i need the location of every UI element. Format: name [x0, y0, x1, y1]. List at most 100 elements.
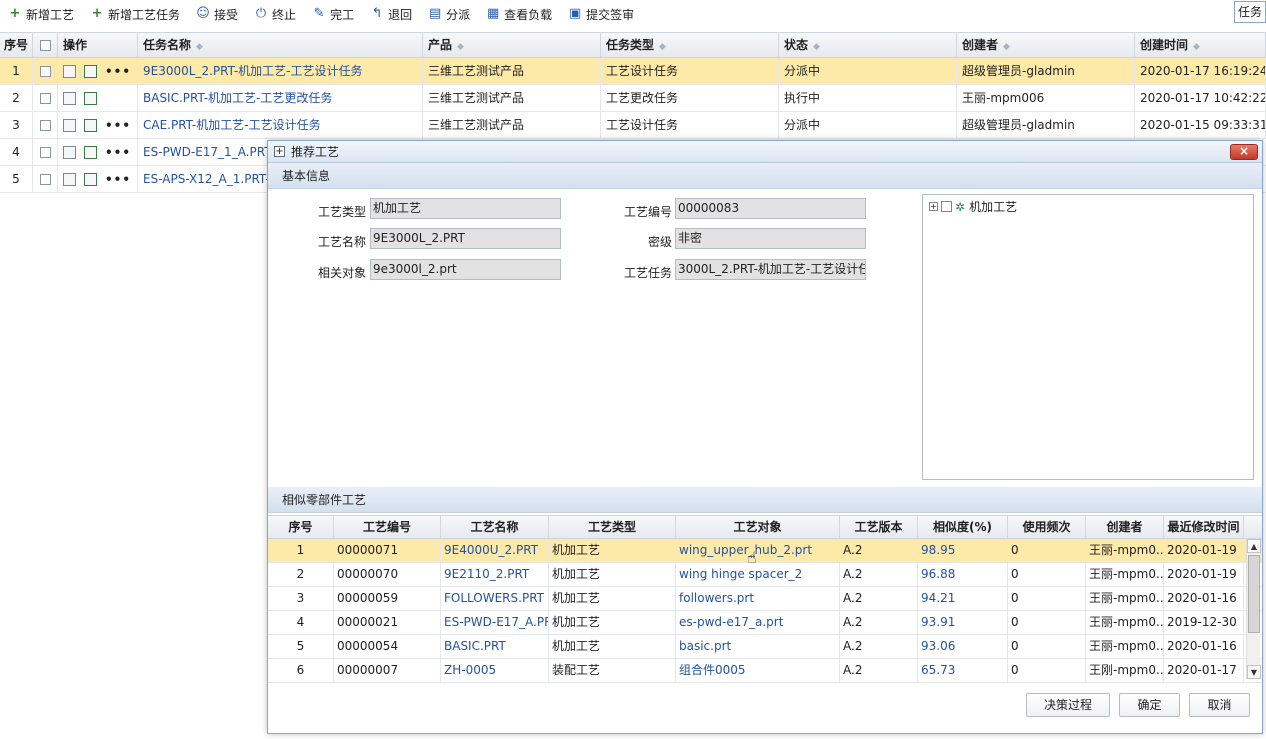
cell-type: 机加工艺	[549, 587, 676, 610]
table-row[interactable]: 5 00000054 BASIC.PRT 机加工艺 basic.prt A.2 93.06 0…	[268, 635, 1262, 659]
ok-button[interactable]: 确定	[1119, 693, 1180, 717]
add-process-button[interactable]: + 新增工艺	[8, 6, 74, 23]
row-checkbox[interactable]	[39, 66, 51, 77]
tree-checkbox[interactable]	[941, 201, 952, 212]
task-name-link[interactable]: 9E3000L_2.PRT-机加工艺-工艺设计任务	[138, 58, 423, 84]
more-icon[interactable]: •••	[105, 119, 131, 133]
sort-icon: ◆	[813, 42, 820, 52]
cell-similarity: 96.88	[918, 563, 1008, 586]
cell-name[interactable]: ZH-0005	[441, 659, 549, 682]
cell-time: 2020-01-16	[1164, 635, 1244, 658]
cell-object[interactable]: basic.prt	[676, 635, 840, 658]
more-icon[interactable]: •••	[105, 173, 131, 187]
cell-no: 6	[268, 659, 334, 682]
return-button[interactable]: ↰ 退回	[370, 6, 412, 23]
table-row[interactable]: 3 00000059 FOLLOWERS.PRT 机加工艺 followers.prt A…	[268, 587, 1262, 611]
row-checkbox[interactable]	[39, 174, 51, 185]
header-product[interactable]: 产品 ◆	[423, 33, 601, 57]
cell-name[interactable]: BASIC.PRT	[441, 635, 549, 658]
cell-object[interactable]: followers.prt	[676, 587, 840, 610]
tree-expand-icon[interactable]: +	[929, 202, 938, 211]
edit-process-icon[interactable]	[63, 92, 76, 105]
cell-object[interactable]: wing_upper_hub_2.prt	[676, 539, 840, 562]
complete-button[interactable]: ✎ 完工	[312, 6, 354, 23]
task-name-link[interactable]: CAE.PRT-机加工艺-工艺设计任务	[138, 112, 423, 138]
cell-freq: 0	[1008, 659, 1086, 682]
form-icon[interactable]	[84, 146, 97, 159]
form-icon[interactable]	[84, 119, 97, 132]
table-row[interactable]: 1 ••• 9E3000L_2.PRT-机加工艺-工艺设计任务 三维工艺测试产品…	[0, 58, 1266, 85]
row-checkbox[interactable]	[39, 147, 51, 158]
cell-no: 1	[268, 539, 334, 562]
cell-name[interactable]: 9E2110_2.PRT	[441, 563, 549, 586]
header-select-all[interactable]	[33, 33, 58, 57]
cell-similarity: 65.73	[918, 659, 1008, 682]
add-process-task-button[interactable]: + 新增工艺任务	[90, 6, 180, 23]
tree-node-machining[interactable]: + ✲ 机加工艺	[929, 198, 1247, 215]
process-type-label: 工艺类型	[317, 205, 366, 219]
table-row[interactable]: 3 ••• CAE.PRT-机加工艺-工艺设计任务 三维工艺测试产品 工艺设计任…	[0, 112, 1266, 139]
cell-name[interactable]: ES-PWD-E17_A.PRT	[441, 611, 549, 634]
cell-name[interactable]: 9E4000U_2.PRT	[441, 539, 549, 562]
form-icon[interactable]	[84, 92, 97, 105]
process-code-field: 00000083	[675, 198, 866, 219]
cell-version: A.2	[840, 539, 918, 562]
task-tab[interactable]: 任务	[1233, 1, 1266, 23]
form-icon[interactable]	[84, 173, 97, 186]
load-view-icon: ▦	[486, 6, 500, 21]
submit-review-button[interactable]: ▣ 提交签审	[568, 6, 634, 23]
row-checkbox[interactable]	[39, 93, 51, 104]
header-name[interactable]: 任务名称 ◆	[138, 33, 423, 57]
dialog-footer: 决策过程 确定 取消	[1017, 693, 1250, 717]
cell-similarity: 93.91	[918, 611, 1008, 634]
edit-process-icon[interactable]	[63, 173, 76, 186]
dialog-title: 推荐工艺	[291, 145, 340, 159]
select-all-checkbox[interactable]	[39, 40, 51, 51]
row-checkbox[interactable]	[39, 120, 51, 131]
cell-object[interactable]: 组合件0005	[676, 659, 840, 682]
cell-time: 2020-01-19	[1164, 563, 1244, 586]
task-name-link[interactable]: BASIC.PRT-机加工艺-工艺更改任务	[138, 85, 423, 111]
header-type[interactable]: 任务类型 ◆	[601, 33, 779, 57]
process-code-label: 工艺编号	[623, 205, 672, 219]
check-edit-icon: ✎	[313, 6, 325, 21]
more-icon[interactable]: •••	[105, 65, 131, 79]
table-row[interactable]: 1 00000071 9E4000U_2.PRT 机加工艺 wing_upper_hub…	[268, 539, 1262, 563]
cell-name[interactable]: FOLLOWERS.PRT	[441, 587, 549, 610]
cell-no: 4	[268, 611, 334, 634]
cell-code: 00000059	[334, 587, 441, 610]
cell-version: A.2	[840, 635, 918, 658]
plus-icon: +	[9, 6, 21, 21]
terminate-button[interactable]: ⏻ 终止	[254, 6, 296, 23]
close-button[interactable]: ×	[1230, 144, 1258, 160]
edit-process-icon[interactable]	[63, 119, 76, 132]
process-type-field: 机加工艺	[370, 198, 561, 219]
scroll-down-icon[interactable]: ▼	[1247, 665, 1261, 679]
table-row[interactable]: 6 00000007 ZH-0005 装配工艺 组合件0005 A.2 65.73 0 王刚-m…	[268, 659, 1262, 683]
scroll-thumb[interactable]	[1248, 555, 1260, 633]
dispatch-button[interactable]: ▤ 分派	[428, 6, 470, 23]
similar-grid-scrollbar[interactable]: ▲ ▼	[1246, 539, 1261, 679]
decision-process-button[interactable]: 决策过程	[1026, 693, 1110, 717]
view-load-button[interactable]: ▦ 查看负载	[486, 6, 552, 23]
accept-button[interactable]: ☺ 接受	[196, 6, 238, 23]
cancel-button[interactable]: 取消	[1189, 693, 1250, 717]
table-row[interactable]: 2 BASIC.PRT-机加工艺-工艺更改任务 三维工艺测试产品 工艺更改任务 …	[0, 85, 1266, 112]
edit-process-icon[interactable]	[63, 146, 76, 159]
cell-time: 2019-12-30	[1164, 611, 1244, 634]
cell-object[interactable]: es-pwd-e17_a.prt	[676, 611, 840, 634]
header-status[interactable]: 状态 ◆	[779, 33, 957, 57]
cell-time: 2020-01-17	[1164, 659, 1244, 682]
header-creator[interactable]: 创建者 ◆	[957, 33, 1135, 57]
edit-process-icon[interactable]	[63, 65, 76, 78]
recommend-process-dialog: + 推荐工艺 × 基本信息 工艺类型 机加工艺 工艺名称 9E3000L_2.P…	[267, 140, 1263, 734]
cell-object[interactable]: wing hinge spacer_2	[676, 563, 840, 586]
sort-icon: ◆	[659, 42, 666, 52]
table-row[interactable]: 4 00000021 ES-PWD-E17_A.PRT 机加工艺 es-pwd-e17_…	[268, 611, 1262, 635]
expand-icon[interactable]: +	[274, 146, 285, 157]
header-time[interactable]: 创建时间 ◆	[1135, 33, 1266, 57]
scroll-up-icon[interactable]: ▲	[1247, 539, 1261, 553]
table-row[interactable]: 2 00000070 9E2110_2.PRT 机加工艺 wing hinge spac…	[268, 563, 1262, 587]
more-icon[interactable]: •••	[105, 146, 131, 160]
form-icon[interactable]	[84, 65, 97, 78]
